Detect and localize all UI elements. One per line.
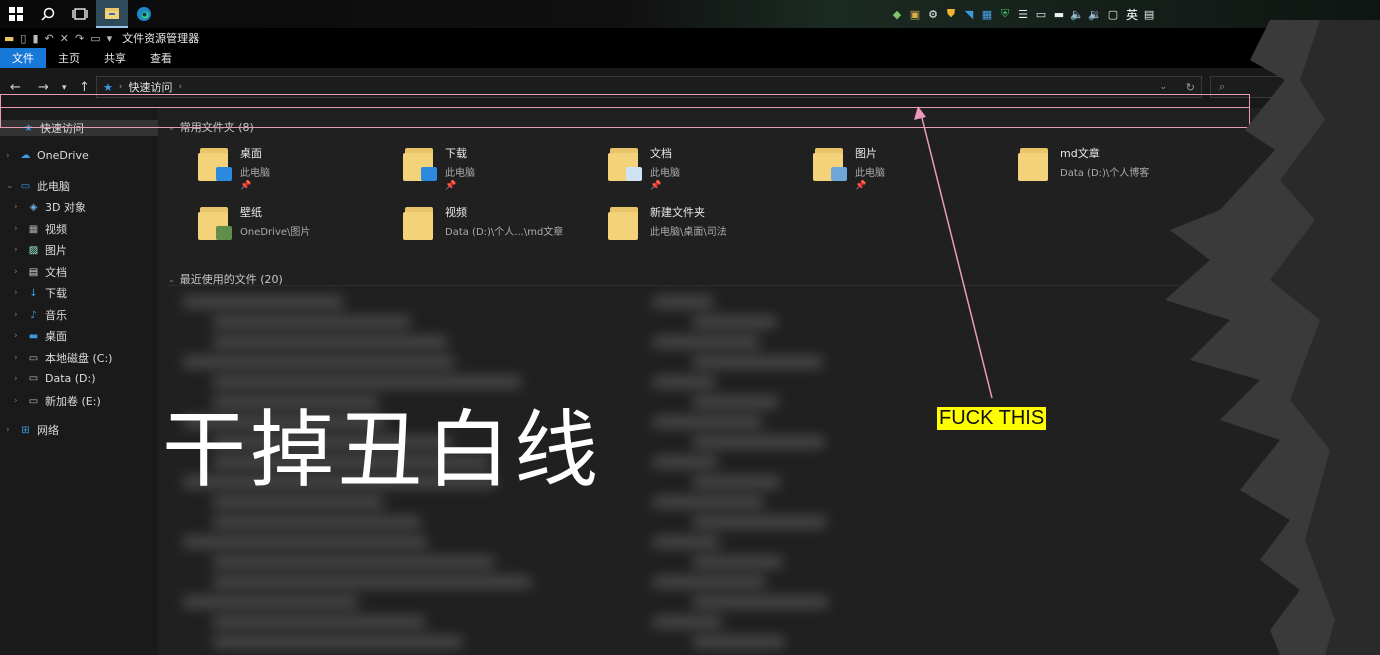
torn-paper-decoration — [1165, 20, 1380, 655]
annotation-label: FUCK THIS — [937, 407, 1047, 430]
overlay-caption: 干掉丑白线 — [162, 401, 603, 499]
